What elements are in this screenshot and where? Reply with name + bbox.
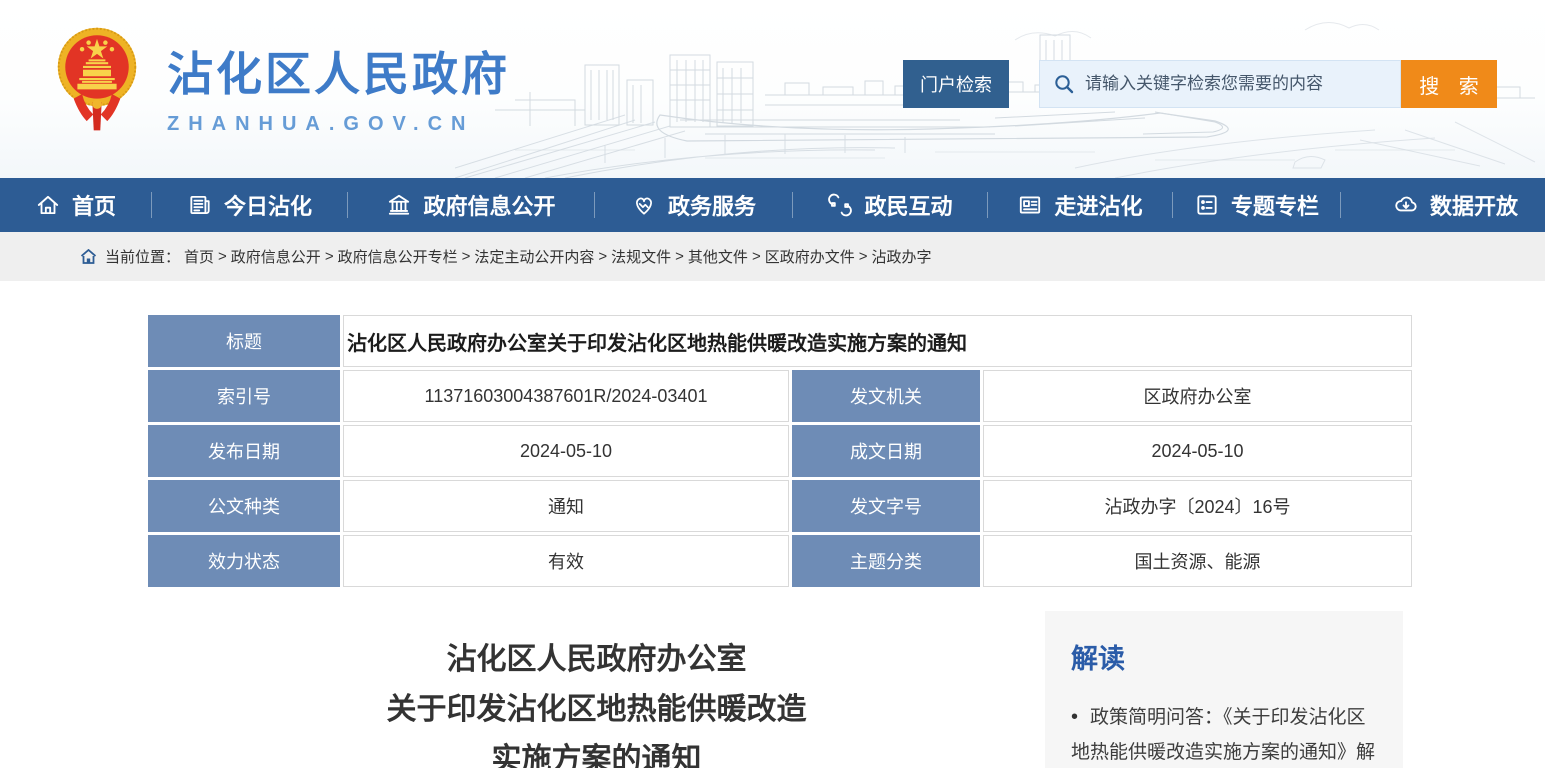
meta-label-publish-date: 发布日期 <box>148 425 340 477</box>
nav-item-gov-info[interactable]: 政府信息公开 <box>348 178 594 232</box>
breadcrumb: 当前位置： 首页 > 政府信息公开 > 政府信息公开专栏 > 法定主动公开内容 … <box>0 232 1545 281</box>
crumb-gov-info-column[interactable]: 政府信息公开专栏 <box>338 246 458 267</box>
meta-label-subject-category: 主题分类 <box>792 535 980 587</box>
nav-label: 政务服务 <box>668 189 756 221</box>
meta-value-doc-number: 沾政办字〔2024〕16号 <box>983 480 1412 532</box>
crumb-separator: > <box>598 248 607 265</box>
nav-label: 数据开放 <box>1430 189 1518 221</box>
crumb-separator: > <box>752 248 761 265</box>
meta-label-issuing-agency: 发文机关 <box>792 370 980 422</box>
nav-label: 政府信息公开 <box>423 189 555 221</box>
gov-building-icon <box>386 192 412 218</box>
home-icon <box>35 192 61 218</box>
location-home-icon <box>80 249 97 265</box>
portal-search-button[interactable]: 门户检索 <box>903 60 1009 108</box>
breadcrumb-label: 当前位置： <box>105 246 180 267</box>
site-logo[interactable]: 沾化区人民政府 ZHANHUA.GOV.CN <box>55 24 510 136</box>
nav-item-topics[interactable]: 专题专栏 <box>1173 178 1340 232</box>
meta-label-doc-type: 公文种类 <box>148 480 340 532</box>
interaction-icon <box>827 192 853 218</box>
nav-label: 走进沾化 <box>1054 189 1142 221</box>
meta-value-written-date: 2024-05-10 <box>983 425 1412 477</box>
meta-value-doc-type: 通知 <box>343 480 789 532</box>
crumb-regulations[interactable]: 法规文件 <box>611 246 671 267</box>
meta-value-title: 沾化区人民政府办公室关于印发沾化区地热能供暖改造实施方案的通知 <box>343 315 1412 367</box>
search-area: 门户检索 搜 索 <box>903 60 1497 108</box>
document-body-area: 沾化区人民政府办公室 关于印发沾化区地热能供暖改造 实施方案的通知 解读 •政策… <box>148 611 1403 768</box>
interpretation-link-text: 政策简明问答：《关于印发沾化区地热能供暖改造实施方案的通知》解读 <box>1071 707 1375 768</box>
nav-label: 政民互动 <box>864 189 952 221</box>
interpretation-panel: 解读 •政策简明问答：《关于印发沾化区地热能供暖改造实施方案的通知》解读 <box>1045 611 1403 768</box>
meta-label-doc-number: 发文字号 <box>792 480 980 532</box>
bullet-icon: • <box>1071 706 1078 728</box>
nav-label: 专题专栏 <box>1231 189 1319 221</box>
crumb-separator: > <box>859 248 868 265</box>
document-title-line: 实施方案的通知 <box>148 735 1045 768</box>
meta-label-validity: 效力状态 <box>148 535 340 587</box>
nav-item-about[interactable]: 走进沾化 <box>988 178 1172 232</box>
handshake-heart-icon <box>631 192 657 218</box>
nav-item-home[interactable]: 首页 <box>0 178 151 232</box>
meta-label-written-date: 成文日期 <box>792 425 980 477</box>
meta-value-index-no: 11371603004387601R/2024-03401 <box>343 370 789 422</box>
main-nav: 首页 今日沾化 政府信息公开 政务服务 <box>0 178 1545 232</box>
document-title: 沾化区人民政府办公室 关于印发沾化区地热能供暖改造 实施方案的通知 <box>148 611 1045 768</box>
meta-label-title: 标题 <box>148 315 340 367</box>
interpretation-heading: 解读 <box>1071 637 1377 676</box>
search-input[interactable] <box>1085 74 1387 94</box>
crumb-gov-info[interactable]: 政府信息公开 <box>231 246 321 267</box>
search-submit-button[interactable]: 搜 索 <box>1401 60 1497 108</box>
crumb-separator: > <box>325 248 334 265</box>
nav-item-today[interactable]: 今日沾化 <box>152 178 347 232</box>
nav-item-services[interactable]: 政务服务 <box>595 178 792 232</box>
meta-value-subject-category: 国土资源、能源 <box>983 535 1412 587</box>
meta-value-issuing-agency: 区政府办公室 <box>983 370 1412 422</box>
interpretation-link[interactable]: •政策简明问答：《关于印发沾化区地热能供暖改造实施方案的通知》解读 <box>1071 700 1377 768</box>
search-icon <box>1053 73 1075 95</box>
card-icon <box>1017 192 1043 218</box>
document-title-line: 沾化区人民政府办公室 <box>148 635 1045 685</box>
meta-value-validity: 有效 <box>343 535 789 587</box>
crumb-zhanzhengbanzi[interactable]: 沾政办字 <box>871 246 931 267</box>
news-icon <box>187 192 213 218</box>
site-name: 沾化区人民政府 <box>167 38 510 104</box>
crumb-statutory-disclosure[interactable]: 法定主动公开内容 <box>474 246 594 267</box>
crumb-district-office-files[interactable]: 区政府办文件 <box>765 246 855 267</box>
list-icon <box>1194 192 1220 218</box>
crumb-separator: > <box>462 248 471 265</box>
crumb-separator: > <box>675 248 684 265</box>
nav-item-open-data[interactable]: 数据开放 <box>1341 178 1545 232</box>
meta-label-index-no: 索引号 <box>148 370 340 422</box>
crumb-home[interactable]: 首页 <box>184 246 214 267</box>
crumb-separator: > <box>218 248 227 265</box>
site-header: 沾化区人民政府 ZHANHUA.GOV.CN 门户检索 搜 索 <box>0 0 1545 178</box>
document-title-line: 关于印发沾化区地热能供暖改造 <box>148 685 1045 735</box>
national-emblem-icon <box>55 24 139 136</box>
nav-label: 今日沾化 <box>224 189 312 221</box>
document-metadata-table: 标题 沾化区人民政府办公室关于印发沾化区地热能供暖改造实施方案的通知 索引号 1… <box>148 315 1403 587</box>
cloud-download-icon <box>1393 192 1419 218</box>
nav-label: 首页 <box>72 189 116 221</box>
nav-item-interaction[interactable]: 政民互动 <box>793 178 987 232</box>
search-box <box>1039 60 1401 108</box>
meta-value-publish-date: 2024-05-10 <box>343 425 789 477</box>
site-domain: ZHANHUA.GOV.CN <box>167 113 510 136</box>
crumb-other-files[interactable]: 其他文件 <box>688 246 748 267</box>
